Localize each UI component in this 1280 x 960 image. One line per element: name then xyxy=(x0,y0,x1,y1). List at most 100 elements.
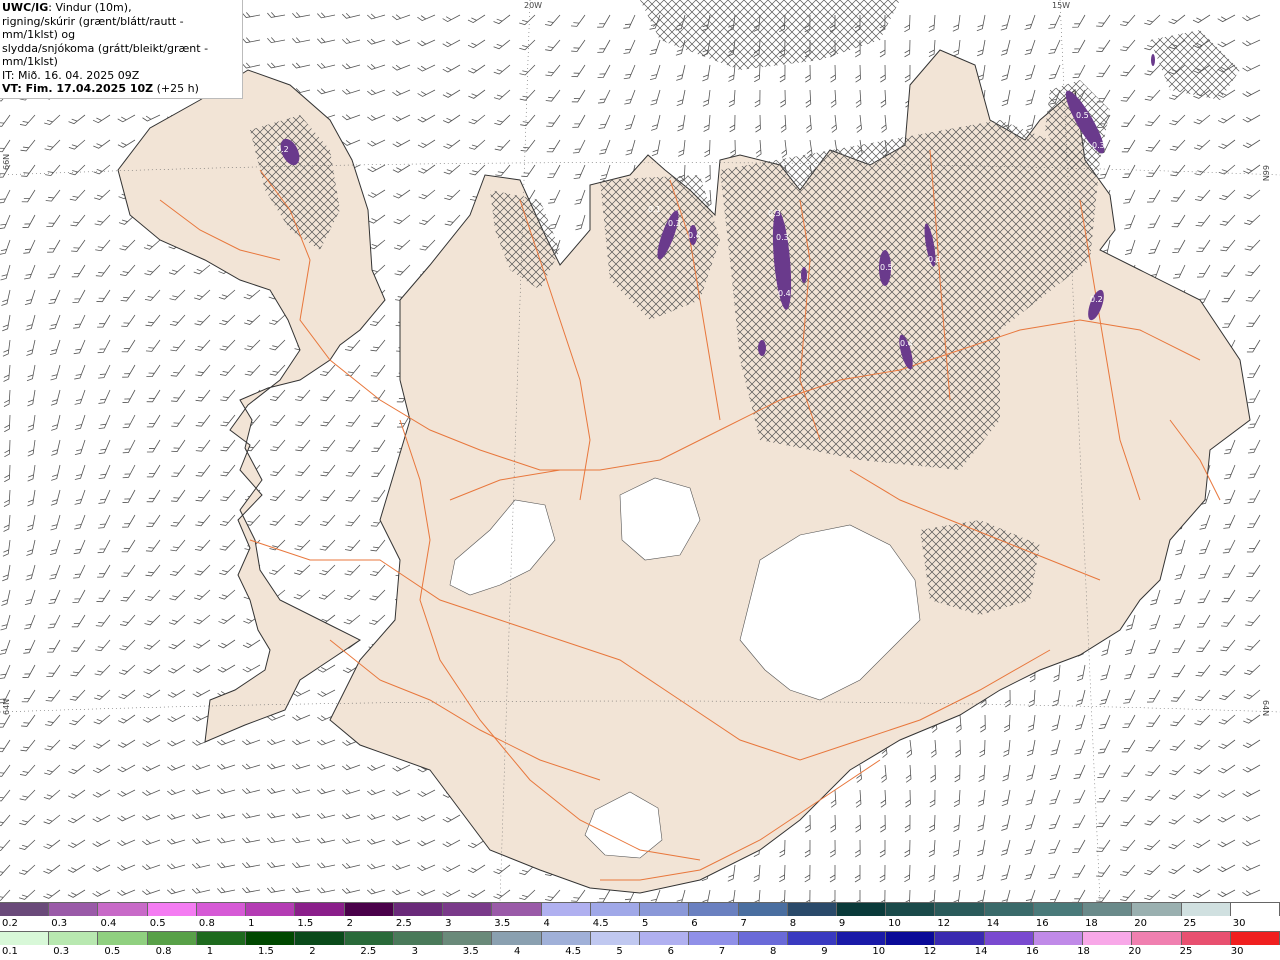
wind-barb xyxy=(98,464,111,480)
wind-barb xyxy=(192,813,211,820)
info-line3: slydda/snjókoma (grátt/bleikt/grænt - mm… xyxy=(2,41,209,69)
precip-label: 0.3 xyxy=(928,255,941,264)
wind-barb xyxy=(93,739,111,749)
wind-barb xyxy=(1048,64,1061,80)
wind-barb xyxy=(1096,864,1111,877)
wind-barb xyxy=(1242,114,1261,123)
wind-barb xyxy=(1072,814,1086,829)
wind-barb xyxy=(703,114,711,132)
wind-barb xyxy=(392,864,411,871)
wind-barb xyxy=(317,37,336,44)
wind-barb xyxy=(267,763,286,770)
wind-barb xyxy=(468,89,486,99)
wind-barb xyxy=(904,39,911,58)
wind-barb xyxy=(0,214,11,230)
wind-barb xyxy=(952,839,961,857)
wind-barb xyxy=(242,639,261,649)
wind-barb xyxy=(1096,39,1111,52)
snow-legend-label: 0.2 xyxy=(2,918,18,929)
snow-legend-label: 20 xyxy=(1134,918,1148,929)
wind-barb xyxy=(1075,714,1086,731)
wind-barb xyxy=(345,514,361,527)
wind-barb xyxy=(242,664,261,673)
wind-barb xyxy=(1168,814,1186,825)
rain-legend-label: 3.5 xyxy=(462,946,479,957)
wind-barb xyxy=(146,439,161,453)
wind-barb xyxy=(49,339,61,356)
wind-barb xyxy=(442,89,461,98)
wind-barb xyxy=(1026,739,1036,757)
wind-barb xyxy=(976,839,986,857)
wind-barb xyxy=(242,887,261,893)
wind-barb xyxy=(317,689,336,697)
wind-barb xyxy=(623,14,636,29)
wind-barb xyxy=(1099,689,1111,705)
wind-barb xyxy=(267,862,286,868)
rain-legend-cell xyxy=(344,932,394,945)
wind-barb xyxy=(1096,14,1111,27)
wind-barb xyxy=(755,114,761,133)
wind-barb xyxy=(26,339,36,356)
wind-barb xyxy=(1025,789,1036,806)
wind-barb xyxy=(805,64,811,83)
rain-legend-label: 12 xyxy=(923,946,937,957)
snow-legend-cell xyxy=(590,903,641,916)
wind-barb xyxy=(444,189,461,201)
wind-barb xyxy=(122,414,136,429)
rain-legend-cell xyxy=(984,932,1034,945)
wind-barb xyxy=(1220,639,1236,652)
wind-barb xyxy=(72,589,86,603)
wind-barb xyxy=(906,739,913,758)
wind-barb xyxy=(95,264,111,277)
wind-barb xyxy=(71,264,86,278)
wind-barb xyxy=(317,887,336,894)
wind-barb xyxy=(905,789,911,808)
precip-label: 0.3 xyxy=(668,219,681,228)
wind-barb xyxy=(1218,164,1236,175)
precip-label: 0.1 xyxy=(648,205,661,214)
wind-barb xyxy=(145,539,161,552)
wind-barb xyxy=(48,289,61,304)
snow-legend-label: 16 xyxy=(1035,918,1049,929)
wind-barb xyxy=(804,839,811,858)
wind-barb xyxy=(392,814,411,821)
wind-barb xyxy=(780,114,787,133)
wind-barb xyxy=(597,89,611,104)
wind-barb xyxy=(1168,864,1186,875)
wind-barb xyxy=(1144,814,1161,826)
wind-barb xyxy=(117,114,136,123)
wind-barb xyxy=(171,439,186,452)
wind-barb xyxy=(120,589,136,602)
wind-barb xyxy=(170,514,186,527)
wind-barb xyxy=(71,239,86,252)
wind-barb xyxy=(367,888,386,895)
info-line5: VT: Fim. 17.04.2025 10Z (+25 h) xyxy=(2,82,240,96)
wind-barb xyxy=(493,864,511,875)
wind-barb xyxy=(727,889,736,902)
wind-barb xyxy=(546,139,561,153)
wind-barb xyxy=(598,114,611,129)
wind-barb xyxy=(1242,14,1261,22)
wind-barb xyxy=(43,789,61,800)
snow-legend-label: 25 xyxy=(1183,918,1197,929)
wind-barb xyxy=(369,589,386,601)
wind-barb xyxy=(97,539,111,554)
wind-barb xyxy=(19,814,36,826)
wind-barb xyxy=(194,589,211,600)
wind-barb xyxy=(1097,764,1111,778)
wind-barb xyxy=(167,714,186,723)
wind-barb xyxy=(1221,589,1236,603)
wind-barb xyxy=(1075,689,1086,706)
wind-barb xyxy=(676,89,686,107)
wind-barb xyxy=(170,339,186,352)
wind-barb xyxy=(319,539,336,551)
wind-barb xyxy=(1242,89,1261,97)
rain-legend-label: 10 xyxy=(872,946,886,957)
wind-barb xyxy=(292,837,311,844)
wind-barb xyxy=(244,314,261,325)
wind-barb xyxy=(342,12,361,19)
wind-barb xyxy=(879,40,886,58)
lat-label-66n-left: 66N xyxy=(2,153,11,170)
wind-barb xyxy=(1245,589,1261,602)
wind-barb xyxy=(1242,839,1261,847)
